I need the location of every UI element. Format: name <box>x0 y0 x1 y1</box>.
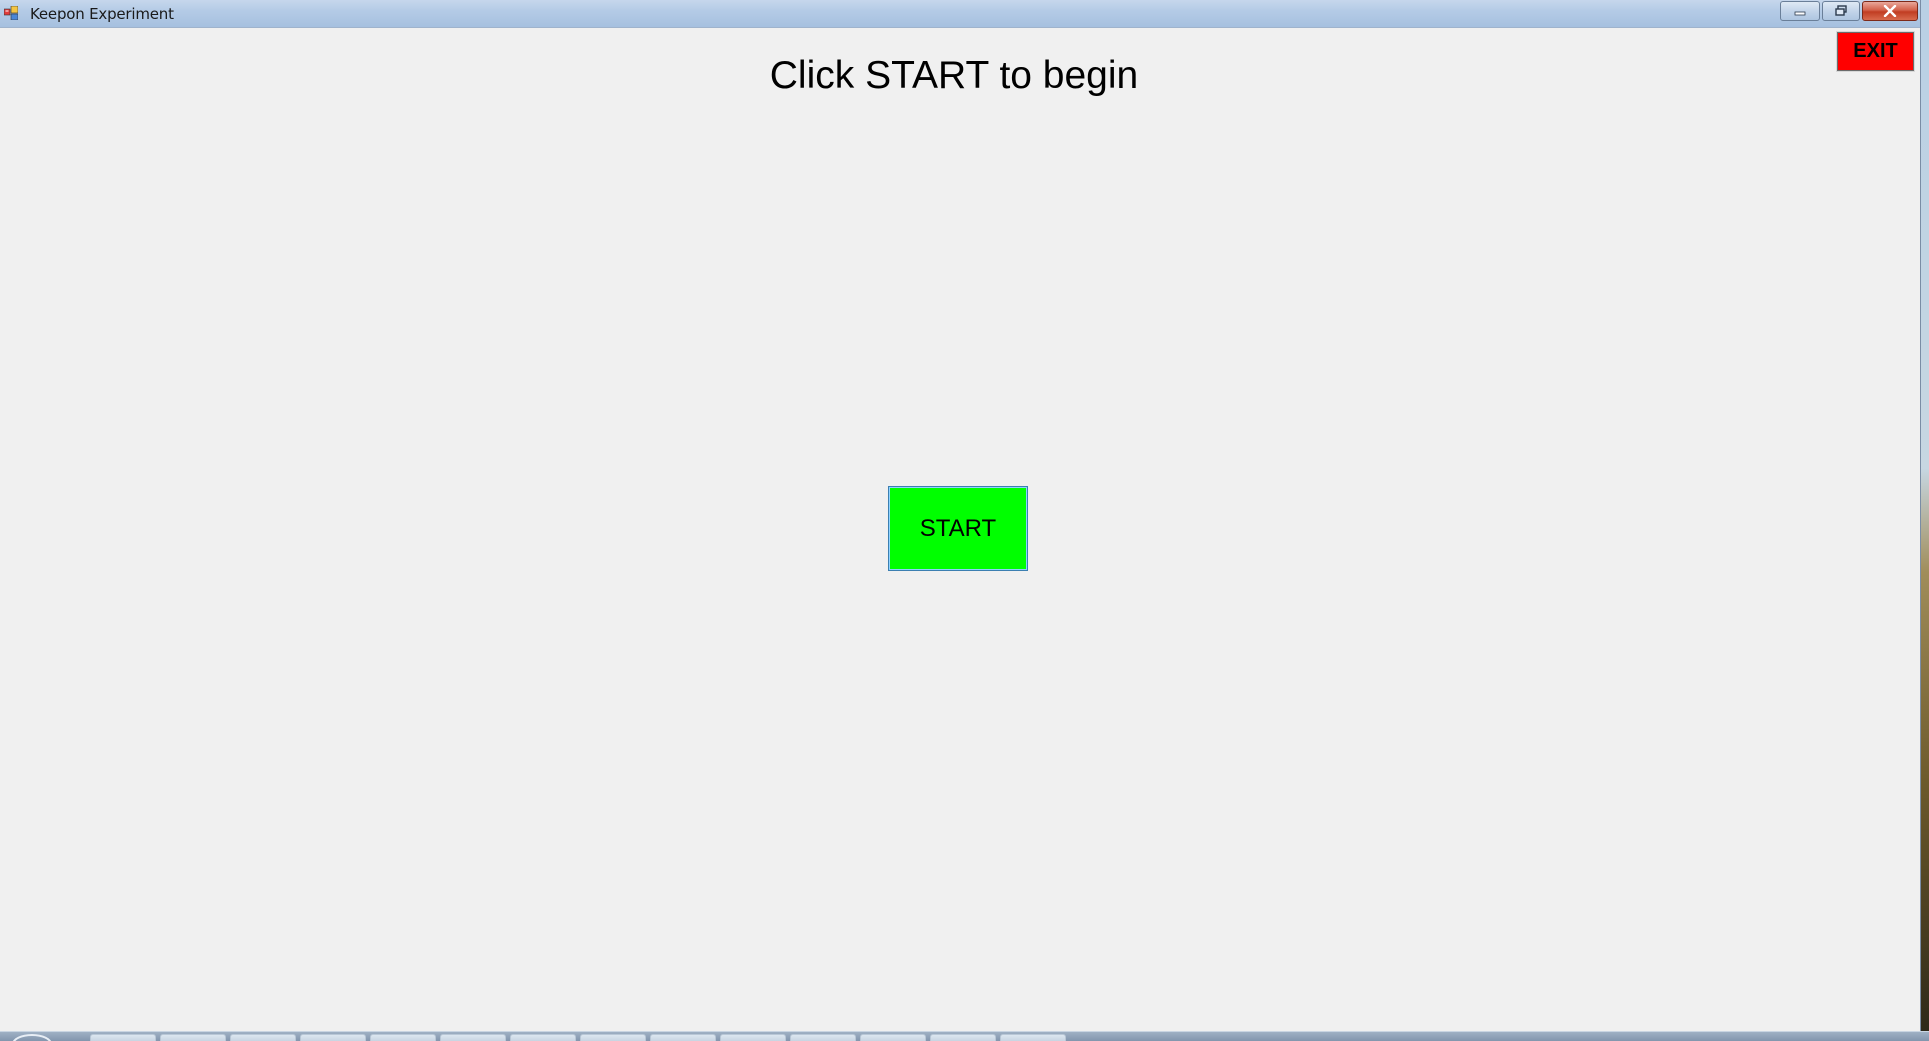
window-title: Keepon Experiment <box>30 5 174 23</box>
taskbar-item[interactable] <box>580 1034 646 1041</box>
taskbar-item[interactable] <box>720 1034 786 1041</box>
restore-button[interactable] <box>1822 1 1860 21</box>
taskbar-item[interactable] <box>370 1034 436 1041</box>
window-controls <box>1778 1 1920 23</box>
client-area: Click START to begin EXIT START <box>0 28 1920 1031</box>
exit-button[interactable]: EXIT <box>1836 31 1915 72</box>
title-bar[interactable]: Keepon Experiment <box>0 0 1920 28</box>
taskbar-item[interactable] <box>440 1034 506 1041</box>
windows-form-icon <box>4 6 18 20</box>
taskbar-item[interactable] <box>930 1034 996 1041</box>
close-button[interactable] <box>1862 1 1918 21</box>
taskbar-item[interactable] <box>300 1034 366 1041</box>
taskbar-item[interactable] <box>510 1034 576 1041</box>
taskbar <box>0 1031 1929 1041</box>
taskbar-item[interactable] <box>1000 1034 1066 1041</box>
taskbar-item[interactable] <box>860 1034 926 1041</box>
taskbar-item[interactable] <box>790 1034 856 1041</box>
app-window: Keepon Experiment Click START to begin E… <box>0 0 1920 1031</box>
minimize-button[interactable] <box>1780 1 1820 21</box>
taskbar-item[interactable] <box>230 1034 296 1041</box>
close-icon <box>1883 5 1897 17</box>
start-orb-icon[interactable] <box>12 1034 52 1041</box>
taskbar-item[interactable] <box>650 1034 716 1041</box>
restore-icon <box>1835 5 1847 16</box>
start-button[interactable]: START <box>888 486 1028 571</box>
taskbar-item[interactable] <box>160 1034 226 1041</box>
minimize-icon <box>1794 11 1806 16</box>
taskbar-item[interactable] <box>90 1034 156 1041</box>
instruction-heading: Click START to begin <box>769 54 1139 97</box>
